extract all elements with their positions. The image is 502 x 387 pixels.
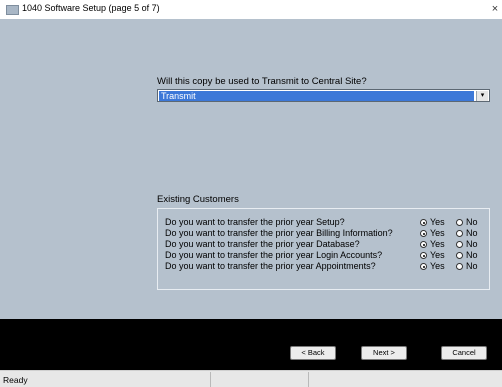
radio-empty-icon[interactable] bbox=[456, 241, 463, 248]
radio-empty-icon[interactable] bbox=[456, 230, 463, 237]
transfer-question: Do you want to transfer the prior year D… bbox=[165, 239, 360, 249]
no-label: No bbox=[466, 250, 478, 260]
window-title: 1040 Software Setup (page 5 of 7) bbox=[22, 3, 160, 13]
radio-selected-icon[interactable] bbox=[420, 230, 427, 237]
radio-yes-login[interactable]: Yes bbox=[420, 250, 445, 260]
radio-empty-icon[interactable] bbox=[456, 263, 463, 270]
radio-selected-icon[interactable] bbox=[420, 219, 427, 226]
transfer-question: Do you want to transfer the prior year A… bbox=[165, 261, 376, 271]
cancel-button[interactable]: Cancel bbox=[441, 346, 487, 360]
transfer-row-appointments: Do you want to transfer the prior year A… bbox=[165, 261, 485, 273]
back-button[interactable]: < Back bbox=[290, 346, 336, 360]
no-label: No bbox=[466, 239, 478, 249]
button-bar bbox=[0, 319, 502, 370]
radio-yes-billing[interactable]: Yes bbox=[420, 228, 445, 238]
radio-empty-icon[interactable] bbox=[456, 219, 463, 226]
chevron-down-icon[interactable]: ▾ bbox=[476, 91, 488, 101]
radio-empty-icon[interactable] bbox=[456, 252, 463, 259]
close-icon[interactable]: × bbox=[488, 1, 502, 17]
status-divider bbox=[308, 372, 309, 387]
radio-selected-icon[interactable] bbox=[420, 263, 427, 270]
yes-label: Yes bbox=[430, 261, 445, 271]
transfer-question: Do you want to transfer the prior year S… bbox=[165, 217, 345, 227]
setup-panel: Will this copy be used to Transmit to Ce… bbox=[0, 19, 502, 319]
transmit-question: Will this copy be used to Transmit to Ce… bbox=[157, 76, 367, 87]
no-label: No bbox=[466, 261, 478, 271]
radio-no-login[interactable]: No bbox=[456, 250, 478, 260]
existing-customers-title: Existing Customers bbox=[157, 194, 239, 205]
yes-label: Yes bbox=[430, 250, 445, 260]
radio-no-database[interactable]: No bbox=[456, 239, 478, 249]
transmit-dropdown[interactable]: Transmit ▾ bbox=[157, 89, 490, 102]
status-bar: Ready bbox=[0, 370, 502, 387]
radio-selected-icon[interactable] bbox=[420, 241, 427, 248]
radio-no-appointments[interactable]: No bbox=[456, 261, 478, 271]
no-label: No bbox=[466, 228, 478, 238]
window-icon bbox=[6, 5, 19, 15]
existing-customers-group: Do you want to transfer the prior year S… bbox=[157, 208, 490, 290]
radio-yes-setup[interactable]: Yes bbox=[420, 217, 445, 227]
title-bar: 1040 Software Setup (page 5 of 7) × bbox=[0, 0, 502, 19]
radio-yes-appointments[interactable]: Yes bbox=[420, 261, 445, 271]
status-text: Ready bbox=[3, 375, 28, 385]
next-button[interactable]: Next > bbox=[361, 346, 407, 360]
radio-selected-icon[interactable] bbox=[420, 252, 427, 259]
transmit-selected-value: Transmit bbox=[159, 91, 474, 101]
yes-label: Yes bbox=[430, 239, 445, 249]
status-divider bbox=[210, 372, 211, 387]
no-label: No bbox=[466, 217, 478, 227]
transfer-question: Do you want to transfer the prior year B… bbox=[165, 228, 393, 238]
radio-no-setup[interactable]: No bbox=[456, 217, 478, 227]
transfer-question: Do you want to transfer the prior year L… bbox=[165, 250, 383, 260]
yes-label: Yes bbox=[430, 228, 445, 238]
yes-label: Yes bbox=[430, 217, 445, 227]
radio-no-billing[interactable]: No bbox=[456, 228, 478, 238]
radio-yes-database[interactable]: Yes bbox=[420, 239, 445, 249]
